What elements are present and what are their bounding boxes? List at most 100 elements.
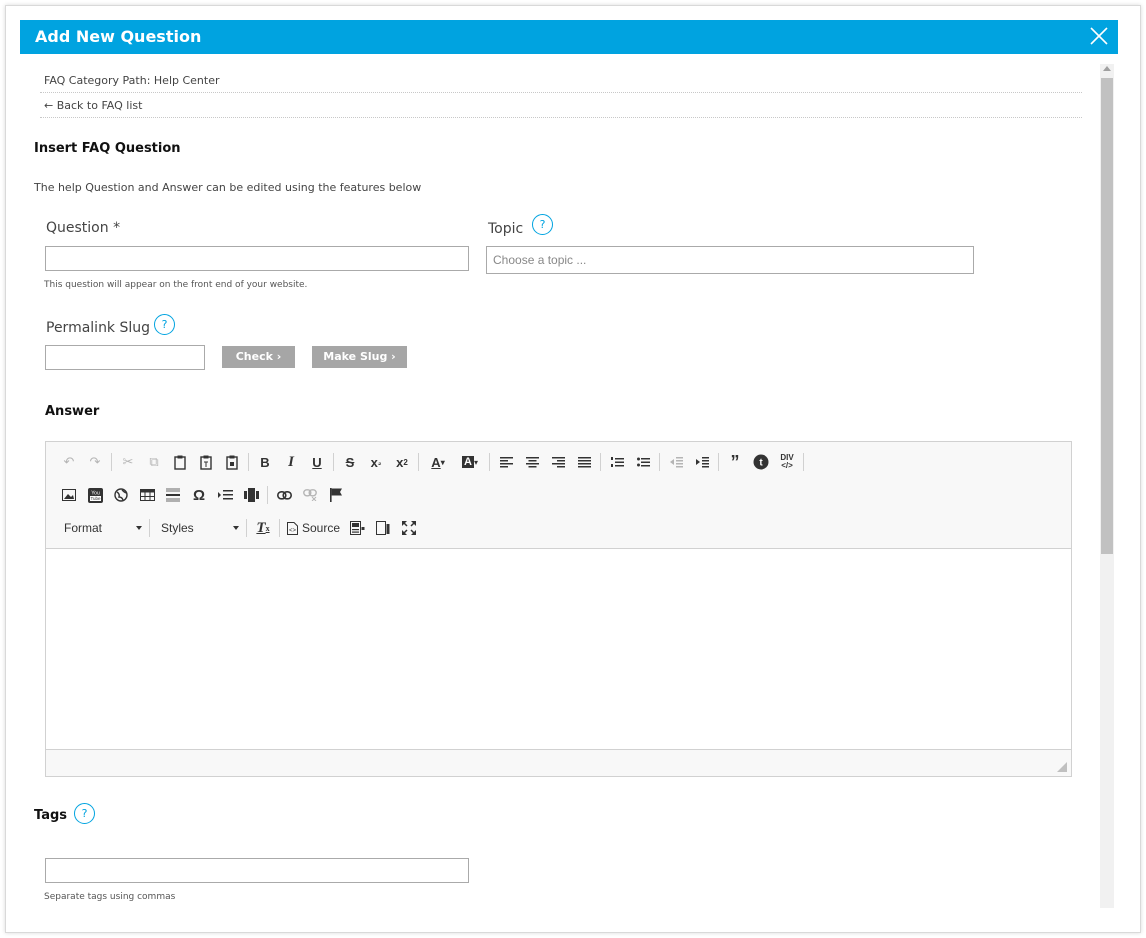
- check-button[interactable]: Check ›: [222, 346, 295, 368]
- toolbar-separator: [246, 519, 247, 537]
- toolbar-separator: [279, 519, 280, 537]
- cut-icon[interactable]: ✂: [117, 451, 139, 473]
- format-dropdown-label: Format: [64, 521, 103, 535]
- twitter-icon[interactable]: t: [750, 451, 772, 473]
- iframe-icon[interactable]: [240, 484, 262, 506]
- vertical-scrollbar[interactable]: [1100, 64, 1114, 908]
- background-color-icon[interactable]: A ▾: [456, 451, 484, 473]
- source-button-label: Source: [302, 521, 341, 535]
- copy-icon[interactable]: ⧉: [143, 451, 165, 473]
- bold-icon[interactable]: B: [254, 451, 276, 473]
- numbered-list-icon[interactable]: [606, 451, 628, 473]
- special-character-icon[interactable]: Ω: [188, 484, 210, 506]
- toolbar-row-1: ↶ ↷ ✂ ⧉ B I U S x₂ x 2 A ▾ A ▾ ” t DIV <…: [56, 450, 807, 474]
- toolbar-separator: [659, 453, 660, 471]
- remove-format-icon[interactable]: Tx: [252, 517, 274, 539]
- bulleted-list-icon[interactable]: [632, 451, 654, 473]
- answer-label: Answer: [45, 404, 100, 419]
- page-break-icon[interactable]: [214, 484, 236, 506]
- topic-select[interactable]: Choose a topic ...: [486, 246, 974, 274]
- align-right-icon[interactable]: [547, 451, 569, 473]
- editor-toolbar: ↶ ↷ ✂ ⧉ B I U S x₂ x 2 A ▾ A ▾ ” t DIV <…: [46, 442, 1071, 549]
- preview-icon[interactable]: [372, 517, 394, 539]
- back-to-faq-list-link[interactable]: ← Back to FAQ list: [44, 99, 142, 112]
- table-icon[interactable]: [136, 484, 158, 506]
- horizontal-line-icon[interactable]: [162, 484, 184, 506]
- section-heading: Insert FAQ Question: [34, 141, 181, 156]
- toolbar-row-3: Format Styles Tx <> Source: [56, 516, 422, 540]
- tags-help-icon[interactable]: ?: [74, 803, 95, 824]
- styles-dropdown[interactable]: Styles: [153, 517, 243, 539]
- increase-indent-icon[interactable]: [691, 451, 713, 473]
- link-icon[interactable]: [273, 484, 295, 506]
- topic-help-icon[interactable]: ?: [532, 214, 553, 235]
- modal-titlebar: Add New Question: [20, 20, 1118, 54]
- text-color-icon[interactable]: A ▾: [424, 451, 452, 473]
- blockquote-icon[interactable]: ”: [724, 451, 746, 473]
- toolbar-separator: [267, 486, 268, 504]
- format-dropdown[interactable]: Format: [56, 517, 146, 539]
- unlink-icon[interactable]: [299, 484, 321, 506]
- faq-category-path: FAQ Category Path: Help Center: [44, 74, 220, 87]
- svg-text:Tube: Tube: [90, 496, 101, 501]
- globe-icon[interactable]: [110, 484, 132, 506]
- underline-icon[interactable]: U: [306, 451, 328, 473]
- subscript-icon[interactable]: x₂: [365, 451, 387, 473]
- decrease-indent-icon[interactable]: [665, 451, 687, 473]
- permalink-slug-input[interactable]: [45, 345, 205, 370]
- toolbar-separator: [418, 453, 419, 471]
- youtube-icon[interactable]: You Tube: [84, 484, 106, 506]
- align-left-icon[interactable]: [495, 451, 517, 473]
- resize-handle-icon[interactable]: [1057, 762, 1067, 772]
- toolbar-row-2: You Tube Ω: [56, 483, 349, 507]
- templates-icon[interactable]: [346, 517, 368, 539]
- toolbar-separator: [111, 453, 112, 471]
- toolbar-separator: [149, 519, 150, 537]
- toolbar-separator: [718, 453, 719, 471]
- styles-dropdown-label: Styles: [161, 521, 194, 535]
- question-label: Question *: [46, 220, 121, 236]
- question-hint: This question will appear on the front e…: [44, 280, 308, 290]
- rich-text-editor: ↶ ↷ ✂ ⧉ B I U S x₂ x 2 A ▾ A ▾ ” t DIV <…: [45, 441, 1072, 777]
- permalink-help-icon[interactable]: ?: [154, 314, 175, 335]
- toolbar-separator: [248, 453, 249, 471]
- topic-label: Topic: [488, 221, 524, 237]
- paste-from-word-icon[interactable]: [221, 451, 243, 473]
- divider: [40, 92, 1082, 93]
- section-description: The help Question and Answer can be edit…: [34, 181, 422, 194]
- undo-icon[interactable]: ↶: [58, 451, 80, 473]
- permalink-label: Permalink Slug: [46, 320, 151, 336]
- divider: [40, 117, 1082, 118]
- italic-icon[interactable]: I: [280, 451, 302, 473]
- toolbar-separator: [489, 453, 490, 471]
- paste-icon[interactable]: [169, 451, 191, 473]
- source-icon: <>: [287, 521, 298, 535]
- align-center-icon[interactable]: [521, 451, 543, 473]
- justify-icon[interactable]: [573, 451, 595, 473]
- svg-text:<>: <>: [289, 528, 297, 534]
- toolbar-separator: [333, 453, 334, 471]
- chevron-down-icon: [136, 526, 142, 530]
- tags-label: Tags: [34, 808, 68, 823]
- create-div-icon[interactable]: DIV </>: [776, 451, 798, 473]
- superscript-icon[interactable]: x2: [391, 451, 413, 473]
- maximize-icon[interactable]: [398, 517, 420, 539]
- close-icon[interactable]: [1086, 23, 1112, 49]
- editor-content-area[interactable]: [46, 549, 1071, 750]
- paste-text-icon[interactable]: [195, 451, 217, 473]
- make-slug-button[interactable]: Make Slug ›: [312, 346, 407, 368]
- toolbar-separator: [600, 453, 601, 471]
- image-icon[interactable]: [58, 484, 80, 506]
- question-input[interactable]: [45, 246, 469, 271]
- scroll-up-arrow-icon[interactable]: [1103, 66, 1111, 71]
- toolbar-separator: [803, 453, 804, 471]
- scrollbar-thumb[interactable]: [1101, 78, 1113, 554]
- anchor-flag-icon[interactable]: [325, 484, 347, 506]
- modal-title: Add New Question: [35, 27, 202, 46]
- modal-content: FAQ Category Path: Help Center ← Back to…: [20, 54, 1118, 908]
- tags-input[interactable]: [45, 858, 469, 883]
- strikethrough-icon[interactable]: S: [339, 451, 361, 473]
- source-button[interactable]: <> Source: [283, 521, 344, 535]
- redo-icon[interactable]: ↷: [84, 451, 106, 473]
- tags-hint: Separate tags using commas: [44, 892, 176, 902]
